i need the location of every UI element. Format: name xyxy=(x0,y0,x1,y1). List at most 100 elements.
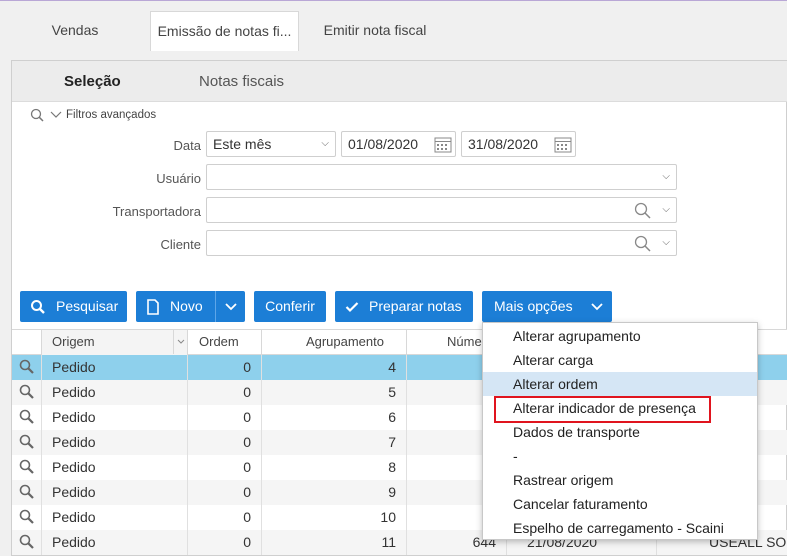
cell-agrupamento: 7 xyxy=(262,430,407,455)
magnifier-icon[interactable] xyxy=(19,534,35,550)
more-options-button[interactable]: Mais opções xyxy=(482,291,612,322)
client-select[interactable]: ⌵ xyxy=(206,230,677,256)
date-period-select[interactable]: Este mês ⌵ xyxy=(206,131,336,157)
cell-ordem: 0 xyxy=(188,380,262,405)
date-to-value: 31/08/2020 xyxy=(468,136,539,152)
date-period-value: Este mês xyxy=(213,136,272,152)
document-icon xyxy=(147,298,159,315)
more-options-menu: Alterar agrupamento Alterar carga Alterar … xyxy=(482,322,758,540)
menu-item[interactable]: Cancelar faturamento xyxy=(483,492,757,516)
col-header-origem[interactable]: Origem xyxy=(42,330,188,355)
tab-notas-fiscais[interactable]: Notas fiscais xyxy=(199,73,284,90)
chevron-down-icon xyxy=(224,302,237,310)
cell-origem: Pedido xyxy=(42,430,188,455)
menu-item[interactable]: Espelho de carregamento - Scaini xyxy=(483,516,757,540)
magnifier-icon[interactable] xyxy=(19,384,35,400)
cell-origem: Pedido xyxy=(42,505,188,530)
prepare-notes-button[interactable]: Preparar notas xyxy=(335,291,473,322)
row-detail-cell xyxy=(12,430,42,455)
search-button[interactable]: Pesquisar xyxy=(20,291,127,322)
chevron-down-icon: ⌵ xyxy=(662,204,670,215)
cell-ordem: 0 xyxy=(188,405,262,430)
check-button[interactable]: Conferir xyxy=(254,291,326,322)
user-select[interactable]: ⌵ xyxy=(206,164,677,190)
cell-agrupamento: 9 xyxy=(262,480,407,505)
col-origem-label: Origem xyxy=(52,334,95,349)
magnifier-icon[interactable] xyxy=(19,409,35,425)
tab-vendas[interactable]: Vendas xyxy=(30,11,120,51)
chevron-down-icon: ⌵ xyxy=(662,237,670,248)
menu-item[interactable]: Alterar ordem xyxy=(483,372,757,396)
cell-agrupamento: 5 xyxy=(262,380,407,405)
row-detail-cell xyxy=(12,355,42,380)
advanced-filters-toggle[interactable]: Filtros avançados xyxy=(30,108,156,122)
new-dropdown-toggle[interactable] xyxy=(215,291,245,322)
menu-item[interactable]: Alterar carga xyxy=(483,348,757,372)
cell-agrupamento: 11 xyxy=(262,530,407,555)
col-header-ordem[interactable]: Ordem xyxy=(188,330,262,355)
cell-ordem: 0 xyxy=(188,505,262,530)
search-icon xyxy=(31,299,45,314)
row-detail-cell xyxy=(12,405,42,430)
tab-selecao[interactable]: Seleção xyxy=(64,73,121,90)
cell-ordem: 0 xyxy=(188,430,262,455)
chevron-down-icon: ⌵ xyxy=(321,138,329,149)
client-label: Cliente xyxy=(160,237,201,252)
magnifier-icon[interactable] xyxy=(19,484,35,500)
cell-origem: Pedido xyxy=(42,405,188,430)
row-detail-cell xyxy=(12,455,42,480)
prepare-notes-label: Preparar notas xyxy=(369,298,462,314)
cell-agrupamento: 4 xyxy=(262,355,407,380)
tab-emitir-nota[interactable]: Emitir nota fiscal xyxy=(314,11,436,51)
chevron-down-icon: ⌵ xyxy=(662,171,670,182)
calendar-icon[interactable] xyxy=(434,136,452,153)
cell-ordem: 0 xyxy=(188,480,262,505)
cell-agrupamento: 6 xyxy=(262,405,407,430)
row-detail-cell xyxy=(12,480,42,505)
tab-emissao-notas[interactable]: Emissão de notas fi... xyxy=(150,11,299,51)
row-detail-cell xyxy=(12,380,42,405)
cell-origem: Pedido xyxy=(42,355,188,380)
user-label: Usuário xyxy=(156,171,201,186)
cell-ordem: 0 xyxy=(188,355,262,380)
column-menu-icon[interactable] xyxy=(173,330,187,354)
cell-ordem: 0 xyxy=(188,455,262,480)
new-button[interactable]: Novo xyxy=(136,291,245,322)
more-options-label: Mais opções xyxy=(494,298,573,314)
cell-ordem: 0 xyxy=(188,530,262,555)
advanced-filters-label: Filtros avançados xyxy=(66,109,157,121)
annotation-highlight-box xyxy=(494,396,711,423)
search-button-label: Pesquisar xyxy=(56,298,119,314)
magnifier-icon[interactable] xyxy=(19,359,35,375)
search-icon[interactable] xyxy=(634,235,652,252)
magnifier-icon[interactable] xyxy=(19,509,35,525)
checkmark-icon xyxy=(345,301,359,312)
search-icon xyxy=(30,108,44,122)
chevron-down-icon xyxy=(591,302,603,310)
top-tab-bar: Vendas Emissão de notas fi... Emitir not… xyxy=(0,0,787,51)
magnifier-icon[interactable] xyxy=(19,459,35,475)
date-from-value: 01/08/2020 xyxy=(348,136,419,152)
carrier-label: Transportadora xyxy=(112,204,201,219)
more-options-dropdown-toggle[interactable] xyxy=(582,291,612,322)
cell-agrupamento: 10 xyxy=(262,505,407,530)
sub-tab-bar: Seleção Notas fiscais xyxy=(12,61,787,102)
col-header-agrupamento[interactable]: Agrupamento xyxy=(262,330,407,355)
cell-agrupamento: 8 xyxy=(262,455,407,480)
chevron-down-icon xyxy=(50,111,62,118)
search-icon[interactable] xyxy=(634,202,652,219)
date-from-field[interactable]: 01/08/2020 xyxy=(341,131,456,157)
check-button-label: Conferir xyxy=(265,298,315,314)
carrier-select[interactable]: ⌵ xyxy=(206,197,677,223)
menu-item[interactable]: Alterar agrupamento xyxy=(483,324,757,348)
cell-origem: Pedido xyxy=(42,380,188,405)
date-to-field[interactable]: 31/08/2020 xyxy=(461,131,576,157)
menu-item[interactable]: Rastrear origem xyxy=(483,468,757,492)
magnifier-icon[interactable] xyxy=(19,434,35,450)
new-button-label: Novo xyxy=(170,298,203,314)
menu-item: - xyxy=(513,448,518,464)
calendar-icon[interactable] xyxy=(554,136,572,153)
grid-header-icon-col xyxy=(12,330,42,355)
row-detail-cell xyxy=(12,530,42,555)
menu-item[interactable]: Dados de transporte xyxy=(483,420,757,444)
